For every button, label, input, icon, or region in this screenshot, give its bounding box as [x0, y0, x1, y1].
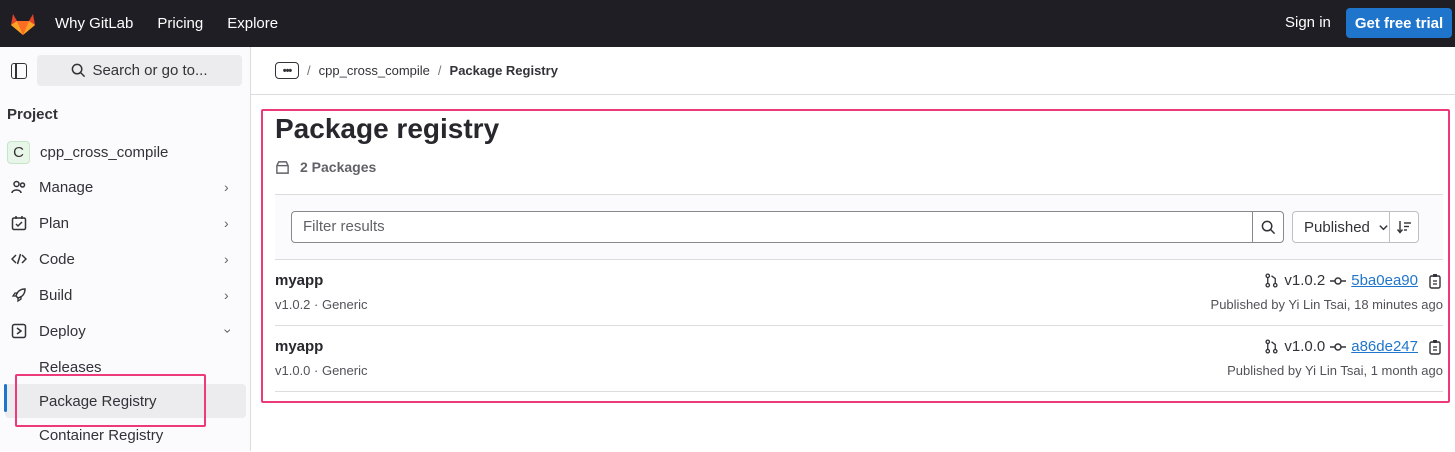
sidebar-item-deploy[interactable]: Deploy › [0, 314, 250, 348]
rocket-icon [11, 287, 27, 303]
breadcrumb-current[interactable]: Package Registry [450, 63, 558, 78]
breadcrumb: ••• / cpp_cross_compile / Package Regist… [251, 47, 1455, 95]
sidebar-item-label: Deploy [39, 322, 86, 340]
sidebar-item-label: Code [39, 250, 75, 268]
chevron-right-icon: › [224, 251, 229, 267]
sidebar-item-build[interactable]: Build › [0, 278, 250, 312]
breadcrumb-project[interactable]: cpp_cross_compile [319, 63, 430, 78]
project-name: cpp_cross_compile [40, 144, 169, 161]
gitlab-logo-icon[interactable] [9, 10, 37, 36]
sidebar-item-code[interactable]: Code › [0, 242, 250, 276]
active-indicator [4, 384, 7, 412]
sidebar-item-label: Container Registry [39, 426, 164, 444]
sidebar-project[interactable]: C cpp_cross_compile [7, 141, 168, 164]
search-icon [72, 63, 86, 78]
breadcrumb-separator: / [307, 63, 311, 78]
deploy-icon [11, 323, 27, 339]
calendar-icon [11, 215, 27, 231]
chevron-right-icon: › [224, 179, 229, 195]
search-button[interactable]: Search or go to... [37, 55, 242, 86]
nav-explore[interactable]: Explore [227, 15, 278, 32]
sidebar-section-title: Project [7, 106, 58, 123]
code-icon [11, 251, 27, 267]
get-free-trial-button[interactable]: Get free trial [1346, 8, 1452, 38]
nav-pricing[interactable]: Pricing [157, 15, 203, 32]
sidebar-item-label: Plan [39, 214, 70, 232]
users-icon [11, 179, 27, 195]
chevron-right-icon: › [224, 215, 229, 231]
sidebar-item-label: Manage [39, 178, 94, 196]
sign-in-link[interactable]: Sign in [1285, 14, 1331, 31]
sidebar-item-label: Build [39, 286, 73, 304]
search-label: Search or go to... [92, 62, 208, 79]
sidebar-item-manage[interactable]: Manage › [0, 170, 250, 204]
sidebar-item-plan[interactable]: Plan › [0, 206, 250, 240]
chevron-down-icon: › [220, 328, 237, 334]
top-bar: Why GitLab Pricing Explore Sign in Get f… [0, 0, 1455, 47]
sidebar-toggle-icon[interactable] [11, 63, 27, 79]
project-avatar: C [7, 141, 30, 164]
nav-why-gitlab[interactable]: Why GitLab [55, 15, 133, 32]
more-breadcrumbs-button[interactable]: ••• [275, 62, 299, 79]
highlight-box-sidebar [15, 374, 206, 427]
breadcrumb-separator: / [437, 63, 442, 78]
chevron-right-icon: › [224, 287, 229, 303]
sidebar-item-label: Releases [39, 358, 102, 376]
highlight-box-main [261, 109, 1450, 403]
